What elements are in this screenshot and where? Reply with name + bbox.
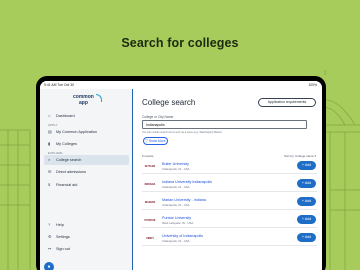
- college-location: Indianapolis, IN - USA: [162, 185, 190, 189]
- search-icon: ⌕: [48, 157, 51, 162]
- common-app-logo[interactable]: common app: [73, 93, 103, 107]
- app-screen: 9:41 AM Tue Oct 30 100% common app ⌂ Das…: [40, 81, 322, 270]
- sidebar-item-label: My Colleges: [56, 142, 77, 146]
- chat-icon: ●: [47, 264, 51, 270]
- sidebar: common app ⌂ Dashboard APPLY ▤ My Common…: [40, 89, 133, 270]
- sidebar-item-direct-admissions[interactable]: ✉ Direct admissions: [44, 167, 129, 177]
- results-count: 5 results: [142, 154, 154, 158]
- sidebar-item-label: College search: [56, 158, 82, 162]
- add-college-button[interactable]: + Add: [297, 197, 316, 206]
- sidebar-item-college-search[interactable]: ⌕ College search: [44, 155, 129, 165]
- result-row[interactable]: MARIAN Marian University - Indiana India…: [142, 195, 317, 210]
- result-row[interactable]: BUTLER Butler University Indianapolis, I…: [142, 159, 317, 174]
- college-logo: MARIAN: [144, 201, 156, 204]
- college-logo: UINDY: [145, 237, 155, 240]
- mail-icon: ✉: [48, 169, 52, 174]
- sidebar-item-my-common-application[interactable]: ▤ My Common Application: [44, 127, 129, 137]
- sidebar-item-settings[interactable]: ⚙ Settings: [44, 232, 129, 242]
- sidebar-item-label: Dashboard: [56, 114, 75, 118]
- sidebar-item-label: Direct admissions: [56, 170, 86, 174]
- sign-out-icon: ↦: [48, 246, 52, 251]
- add-college-button[interactable]: + Add: [297, 233, 316, 242]
- add-label: Add: [304, 163, 312, 167]
- college-name[interactable]: Marian University - Indiana: [162, 198, 206, 202]
- help-icon: ?: [48, 222, 51, 227]
- college-name[interactable]: Indiana University Indianapolis: [162, 180, 212, 184]
- status-time: 9:41 AM Tue Oct 30: [44, 83, 74, 87]
- sidebar-item-label: Sign out: [56, 247, 70, 251]
- college-location: West Lafayette, IN - USA: [162, 221, 194, 225]
- application-requirements-button[interactable]: Application requirements: [258, 98, 316, 107]
- gear-icon: ⚙: [48, 234, 52, 239]
- main-content: College search Application requirements …: [134, 89, 322, 270]
- result-row[interactable]: INDIANA Indiana University Indianapolis …: [142, 177, 317, 192]
- college-location: Indianapolis, IN - USA: [162, 167, 190, 171]
- add-label: Add: [304, 235, 312, 239]
- logo-arc-icon: [96, 94, 102, 102]
- add-label: Add: [304, 217, 312, 221]
- result-row[interactable]: PURDUE Purdue University West Lafayette,…: [142, 213, 317, 228]
- college-logo: INDIANA: [144, 183, 156, 186]
- sidebar-item-label: Help: [56, 223, 64, 227]
- college-logo: BUTLER: [144, 165, 156, 168]
- college-name[interactable]: University of Indianapolis: [162, 234, 203, 238]
- search-hint: You can include search terms such as a n…: [142, 131, 222, 134]
- filter-icon: ▽: [145, 139, 148, 143]
- sort-label: Sort by: College name: [283, 154, 314, 158]
- bookmark-icon: ▮: [48, 141, 51, 146]
- sidebar-item-label: Settings: [56, 235, 70, 239]
- sidebar-item-label: Financial aid: [56, 183, 78, 187]
- add-college-button[interactable]: + Add: [297, 179, 316, 188]
- sidebar-item-dashboard[interactable]: ⌂ Dashboard: [44, 111, 129, 121]
- result-row[interactable]: UINDY University of Indianapolis Indiana…: [142, 231, 317, 246]
- battery-indicator: 100%: [308, 83, 317, 87]
- add-label: Add: [304, 181, 312, 185]
- college-location: Indianapolis, IN - USA: [162, 239, 190, 243]
- search-input[interactable]: Indianapolis: [142, 120, 307, 129]
- dollar-icon: $: [48, 182, 51, 187]
- college-name[interactable]: Purdue University: [162, 216, 191, 220]
- show-more-label: Show More: [148, 139, 166, 143]
- chevron-down-icon: ▾: [314, 154, 316, 158]
- sidebar-item-help[interactable]: ? Help: [44, 220, 129, 230]
- sidebar-item-sign-out[interactable]: ↦ Sign out: [44, 244, 129, 254]
- college-location: Indianapolis, IN - USA: [162, 203, 190, 207]
- sidebar-item-financial-aid[interactable]: $ Financial aid: [44, 180, 129, 190]
- show-more-button[interactable]: ▽ Show More: [143, 137, 168, 145]
- assistant-button[interactable]: ●: [44, 262, 54, 270]
- add-college-button[interactable]: + Add: [297, 161, 316, 170]
- status-bar: 9:41 AM Tue Oct 30 100%: [40, 81, 322, 89]
- add-label: Add: [304, 199, 312, 203]
- add-college-button[interactable]: + Add: [297, 215, 316, 224]
- tablet-frame: 9:41 AM Tue Oct 30 100% common app ⌂ Das…: [36, 76, 326, 270]
- home-icon: ⌂: [48, 113, 51, 118]
- logo-text-app: app: [79, 100, 88, 106]
- college-name[interactable]: Butler University: [162, 162, 189, 166]
- search-field-label: College or City Name: [142, 115, 174, 119]
- page-title: College search: [142, 98, 196, 107]
- document-icon: ▤: [48, 129, 52, 134]
- sort-dropdown[interactable]: Sort by: College name ▾: [284, 154, 316, 158]
- college-logo: PURDUE: [144, 219, 156, 222]
- hero-title: Search for colleges: [121, 36, 239, 50]
- sidebar-item-my-colleges[interactable]: ▮ My Colleges: [44, 139, 129, 149]
- sidebar-item-label: My Common Application: [56, 130, 97, 134]
